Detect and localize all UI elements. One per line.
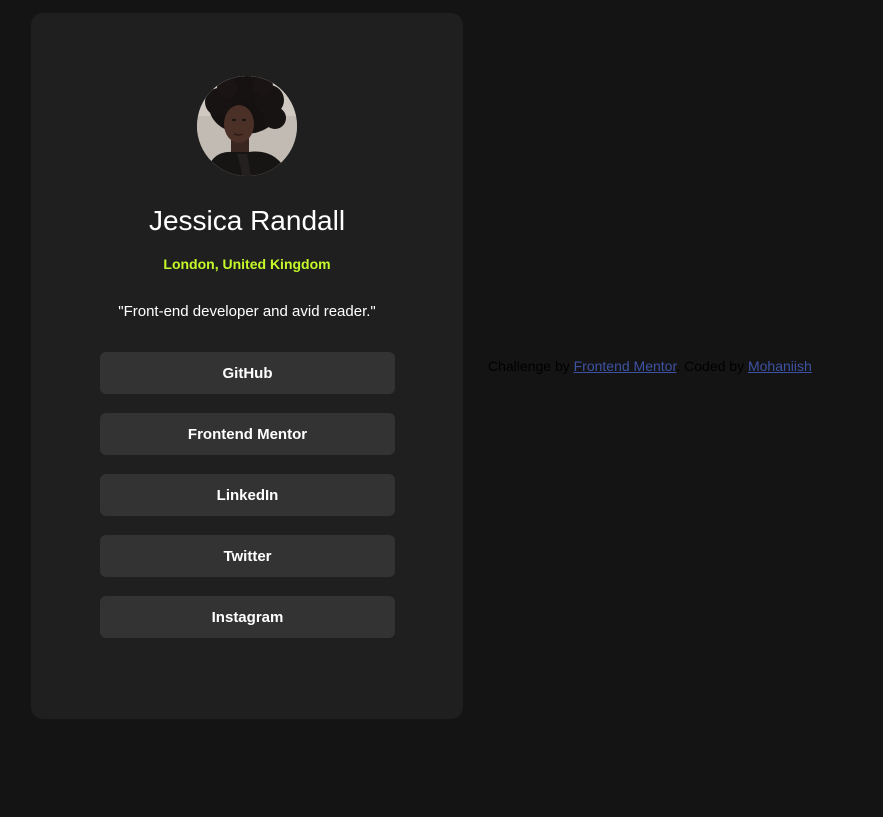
list-item: LinkedIn bbox=[100, 474, 395, 516]
list-item: GitHub bbox=[100, 352, 395, 394]
author-link[interactable]: Mohaniish bbox=[748, 358, 812, 374]
profile-name: Jessica Randall bbox=[148, 205, 346, 236]
list-item: Twitter bbox=[100, 535, 395, 577]
profile-bio: "Front-end developer and avid reader." bbox=[118, 303, 376, 320]
avatar-photo bbox=[197, 76, 297, 176]
attribution: Challenge by Frontend Mentor. Coded by M… bbox=[488, 358, 812, 374]
linkedin-link-button[interactable]: LinkedIn bbox=[100, 474, 395, 516]
frontend-mentor-link-button[interactable]: Frontend Mentor bbox=[100, 413, 395, 455]
avatar bbox=[197, 76, 297, 176]
profile-location: London, United Kingdom bbox=[163, 256, 331, 272]
github-link-button[interactable]: GitHub bbox=[100, 352, 395, 394]
frontend-mentor-link[interactable]: Frontend Mentor bbox=[574, 358, 677, 374]
attribution-prefix: Challenge by bbox=[488, 358, 574, 374]
profile-card: Jessica Randall London, United Kingdom "… bbox=[31, 13, 463, 719]
instagram-link-button[interactable]: Instagram bbox=[100, 596, 395, 638]
twitter-link-button[interactable]: Twitter bbox=[100, 535, 395, 577]
list-item: Instagram bbox=[100, 596, 395, 638]
attribution-middle: . Coded by bbox=[676, 358, 748, 374]
list-item: Frontend Mentor bbox=[100, 413, 395, 455]
social-links-list: GitHub Frontend Mentor LinkedIn Twitter … bbox=[100, 352, 395, 657]
